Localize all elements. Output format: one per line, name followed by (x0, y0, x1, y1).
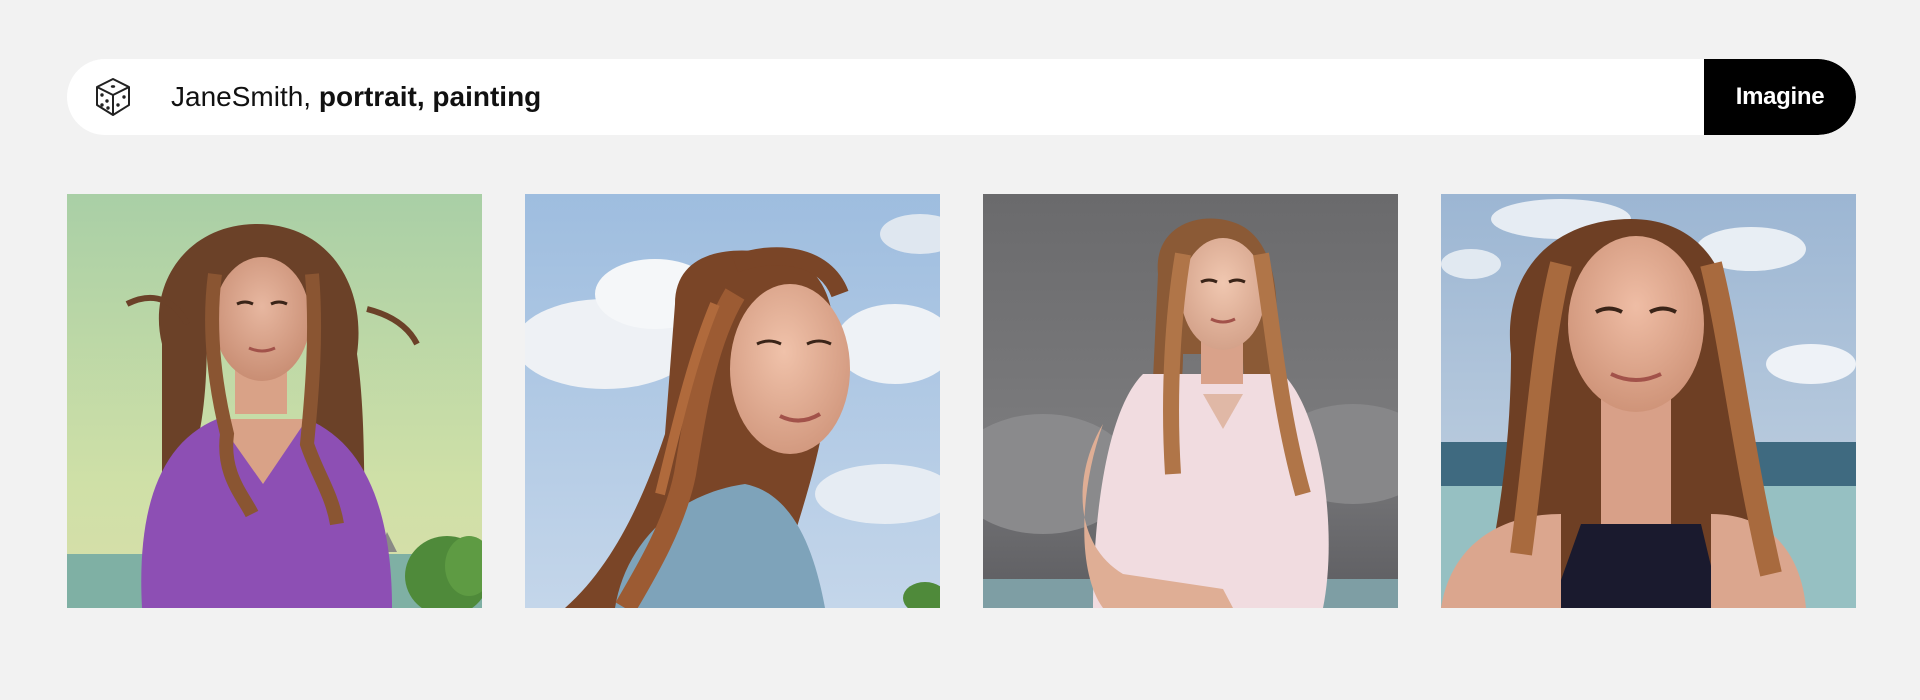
dice-icon[interactable] (91, 75, 135, 119)
imagine-button[interactable]: Imagine (1704, 59, 1856, 135)
image-gallery (67, 194, 1856, 608)
generated-image-3[interactable] (983, 194, 1398, 608)
generated-image-1[interactable] (67, 194, 482, 608)
prompt-keywords: portrait, painting (318, 81, 542, 112)
generated-image-4[interactable] (1441, 194, 1856, 608)
prompt-input[interactable]: JaneSmith, portrait, painting (171, 59, 1704, 135)
prompt-bar: JaneSmith, portrait, painting Imagine (67, 59, 1856, 135)
prompt-user-tag: JaneSmith, (171, 81, 312, 112)
generated-image-2[interactable] (525, 194, 940, 608)
